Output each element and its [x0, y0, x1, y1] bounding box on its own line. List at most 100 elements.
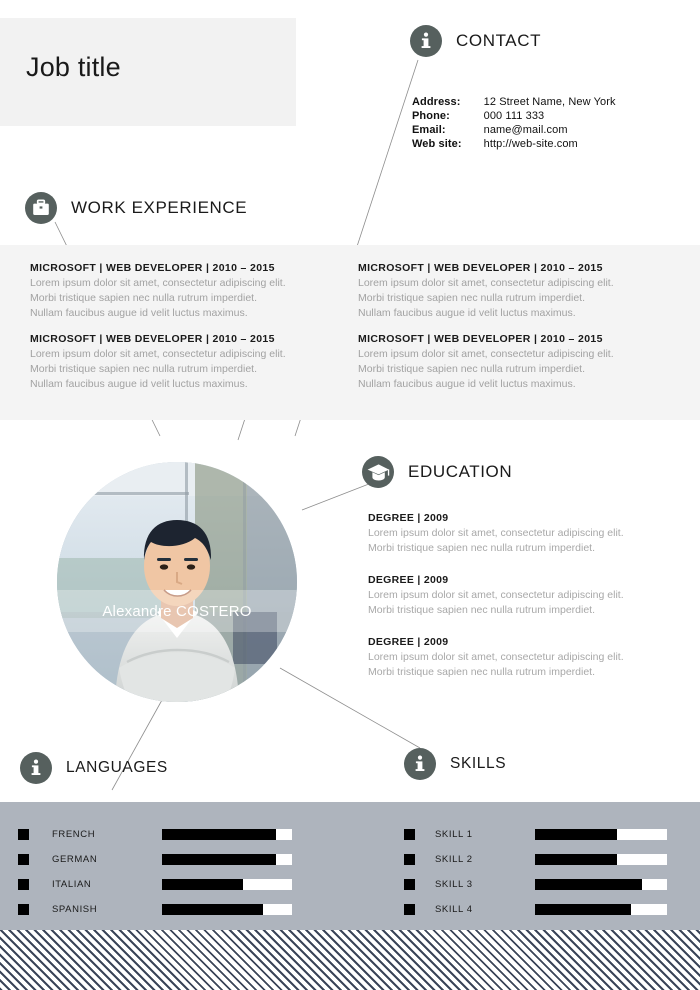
- education-entry: DEGREE | 2009 Lorem ipsum dolor sit amet,…: [368, 512, 678, 556]
- square-bullet-icon: [18, 829, 29, 840]
- skill-row-label: SKILL 4: [435, 904, 473, 915]
- work-experience-line: Morbi tristique sapien nec nulla rutrum …: [358, 292, 586, 304]
- education-line: Lorem ipsum dolor sit amet, consectetur …: [368, 527, 624, 539]
- work-experience-line: Morbi tristique sapien nec nulla rutrum …: [30, 363, 258, 375]
- section-header-contact: CONTACT: [410, 25, 541, 57]
- education-list: DEGREE | 2009 Lorem ipsum dolor sit amet,…: [368, 512, 678, 680]
- section-title-contact: CONTACT: [456, 31, 542, 50]
- work-experience-line: Morbi tristique sapien nec nulla rutrum …: [30, 292, 258, 304]
- work-experience-line: Nullam faucibus augue id velit luctus ma…: [30, 378, 248, 390]
- education-heading: DEGREE | 2009: [368, 636, 449, 648]
- footer-stripe-pattern: [0, 930, 700, 990]
- section-title-languages: LANGUAGES: [66, 759, 168, 776]
- language-row-bar-fill: [162, 829, 277, 840]
- section-header-education: EDUCATION: [362, 456, 512, 488]
- work-experience-line: Lorem ipsum dolor sit amet, consectetur …: [358, 348, 614, 360]
- briefcase-icon: [25, 192, 57, 224]
- language-row-bar: [162, 829, 292, 840]
- language-row-label: FRENCH: [52, 829, 96, 840]
- square-bullet-icon: [404, 854, 415, 865]
- contact-row: Email: name@mail.com: [412, 124, 616, 138]
- square-bullet-icon: [18, 879, 29, 890]
- education-heading: DEGREE | 2009: [368, 512, 449, 524]
- languages-list: FRENCH GERMAN ITALIAN SPANISH: [18, 822, 292, 922]
- skill-row-bar-fill: [535, 879, 642, 890]
- square-bullet-icon: [18, 854, 29, 865]
- skill-row-bar: [535, 904, 667, 915]
- contact-value[interactable]: name@mail.com: [462, 124, 616, 138]
- skill-row-label: SKILL 2: [435, 854, 473, 865]
- profile-photo: Alexandre COSTERO: [57, 462, 297, 702]
- info-icon: [410, 25, 442, 57]
- contact-row: Phone: 000 111 333: [412, 110, 616, 124]
- resume-page: Job title CONTACT Address: 12 Street Name…: [0, 0, 700, 990]
- education-line: Lorem ipsum dolor sit amet, consectetur …: [368, 589, 624, 601]
- skill-row: SKILL 4: [404, 897, 667, 922]
- education-line: Morbi tristique sapien nec nulla rutrum …: [368, 604, 596, 616]
- skill-row: SKILL 2: [404, 847, 667, 872]
- square-bullet-icon: [404, 904, 415, 915]
- skills-list: SKILL 1 SKILL 2 SKILL 3 SKILL 4: [404, 822, 667, 922]
- work-experience-entry: MICROSOFT | WEB DEVELOPER | 2010 – 2015 L…: [358, 262, 658, 321]
- language-row-label: ITALIAN: [52, 879, 92, 890]
- square-bullet-icon: [404, 829, 415, 840]
- language-row-bar: [162, 904, 292, 915]
- section-title-work-experience: WORK EXPERIENCE: [71, 198, 248, 217]
- language-row-bar-fill: [162, 904, 264, 915]
- page-title: Job title: [26, 52, 121, 82]
- language-row-bar: [162, 854, 292, 865]
- work-experience-column-right: MICROSOFT | WEB DEVELOPER | 2010 – 2015 L…: [358, 262, 658, 392]
- section-title-education: EDUCATION: [408, 462, 513, 481]
- skill-row-bar: [535, 829, 667, 840]
- language-row: GERMAN: [18, 847, 292, 872]
- work-experience-heading: MICROSOFT | WEB DEVELOPER | 2010 – 2015: [30, 262, 275, 274]
- section-header-languages: LANGUAGES: [20, 752, 168, 784]
- education-line: Morbi tristique sapien nec nulla rutrum …: [368, 542, 596, 554]
- work-experience-entry: MICROSOFT | WEB DEVELOPER | 2010 – 2015 L…: [30, 333, 330, 392]
- work-experience-heading: MICROSOFT | WEB DEVELOPER | 2010 – 2015: [30, 333, 275, 345]
- language-row-label: GERMAN: [52, 854, 98, 865]
- info-icon: [20, 752, 52, 784]
- contact-details: Address: 12 Street Name, New York Phone: 00…: [412, 96, 616, 152]
- contact-label: Email:: [412, 124, 446, 136]
- section-header-skills: SKILLS: [404, 748, 506, 780]
- contact-value[interactable]: 000 111 333: [462, 110, 616, 124]
- work-experience-heading: MICROSOFT | WEB DEVELOPER | 2010 – 2015: [358, 333, 603, 345]
- skill-row: SKILL 1: [404, 822, 667, 847]
- work-experience-line: Nullam faucibus augue id velit luctus ma…: [358, 378, 576, 390]
- work-experience-column-left: MICROSOFT | WEB DEVELOPER | 2010 – 2015 L…: [30, 262, 330, 392]
- graduation-cap-icon: [362, 456, 394, 488]
- education-line: Morbi tristique sapien nec nulla rutrum …: [368, 666, 596, 678]
- work-experience-line: Lorem ipsum dolor sit amet, consectetur …: [358, 277, 614, 289]
- square-bullet-icon: [404, 879, 415, 890]
- language-row-bar-fill: [162, 854, 277, 865]
- profile-name: Alexandre COSTERO: [102, 602, 252, 620]
- section-title-skills: SKILLS: [450, 755, 507, 772]
- language-row-bar: [162, 879, 292, 890]
- language-row: ITALIAN: [18, 872, 292, 897]
- education-heading: DEGREE | 2009: [368, 574, 449, 586]
- skill-row-bar-fill: [535, 854, 617, 865]
- info-icon: [404, 748, 436, 780]
- skill-row-label: SKILL 1: [435, 829, 473, 840]
- contact-label: Address:: [412, 96, 461, 108]
- contact-row: Address: 12 Street Name, New York: [412, 96, 616, 110]
- work-experience-entry: MICROSOFT | WEB DEVELOPER | 2010 – 2015 L…: [358, 333, 658, 392]
- skill-row-label: SKILL 3: [435, 879, 473, 890]
- work-experience-heading: MICROSOFT | WEB DEVELOPER | 2010 – 2015: [358, 262, 603, 274]
- skill-row-bar-fill: [535, 904, 632, 915]
- contact-value[interactable]: 12 Street Name, New York: [462, 96, 616, 110]
- section-header-work-experience: WORK EXPERIENCE: [25, 192, 247, 224]
- work-experience-line: Morbi tristique sapien nec nulla rutrum …: [358, 363, 586, 375]
- skill-row: SKILL 3: [404, 872, 667, 897]
- skill-row-bar-fill: [535, 829, 617, 840]
- contact-value[interactable]: http://web-site.com: [462, 138, 616, 152]
- language-row: FRENCH: [18, 822, 292, 847]
- language-row-bar-fill: [162, 879, 243, 890]
- profile-photo-image: [57, 462, 297, 702]
- skill-row-bar: [535, 854, 667, 865]
- work-experience-line: Nullam faucibus augue id velit luctus ma…: [30, 307, 248, 319]
- contact-row: Web site: http://web-site.com: [412, 138, 616, 152]
- education-entry: DEGREE | 2009 Lorem ipsum dolor sit amet,…: [368, 574, 678, 618]
- work-experience-line: Lorem ipsum dolor sit amet, consectetur …: [30, 348, 286, 360]
